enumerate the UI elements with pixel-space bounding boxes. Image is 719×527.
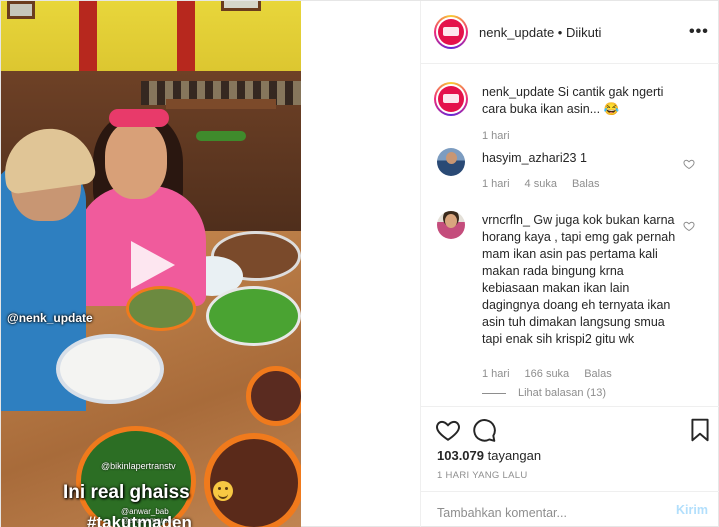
play-icon[interactable] (123, 237, 179, 293)
username-link[interactable]: vrncrfln_ (482, 213, 530, 227)
comment-body: 1 (579, 151, 587, 165)
post-comment-button[interactable]: Kirim (676, 503, 708, 517)
view-replies-button[interactable]: Lihat balasan (13) (482, 387, 606, 399)
comment-text: vrncrfln_ Gw juga kok bukan karna horang… (482, 212, 678, 348)
avatar[interactable] (434, 82, 468, 116)
video-credit: @bikinlapertranstv (101, 461, 176, 471)
username-link[interactable]: nenk_update (479, 25, 554, 40)
post-header: nenk_update • Diikuti ••• (421, 1, 719, 64)
comment-input[interactable] (437, 504, 647, 522)
post-side-panel: nenk_update • Diikuti ••• nenk_update Si… (420, 1, 719, 527)
comment-time: 1 hari (482, 178, 510, 190)
heart-icon[interactable] (435, 417, 461, 443)
comment-likes[interactable]: 166 suka (525, 368, 570, 380)
username-link[interactable]: nenk_update (482, 85, 554, 99)
avatar[interactable] (437, 148, 465, 176)
view-count[interactable]: 103.079 tayangan (437, 448, 541, 463)
comment-body: Gw juga kok bukan karna horang kaya , ta… (482, 213, 676, 346)
heart-icon[interactable] (683, 158, 695, 170)
more-horizontal-icon[interactable]: ••• (689, 23, 709, 41)
separator-dot: • (554, 25, 566, 40)
reply-button[interactable]: Balas (584, 368, 612, 380)
instagram-post: @nenk_update @bikinlapertranstv Ini real… (0, 0, 719, 527)
comments-list[interactable]: nenk_update Si cantik gak ngerti cara bu… (421, 64, 719, 406)
video-watermark: @nenk_update (7, 311, 93, 325)
avatar[interactable] (437, 211, 465, 239)
add-comment-bar: Kirim (421, 491, 719, 527)
username-link[interactable]: hasyim_azhari23 (482, 151, 577, 165)
comment-text: hasyim_azhari23 1 (482, 150, 678, 167)
video-caption: Ini real ghaiss (63, 482, 190, 503)
comment-meta: 1 hari 166 suka Balas (482, 368, 627, 380)
comment-icon[interactable] (471, 417, 497, 443)
comment-likes[interactable]: 4 suka (525, 178, 557, 190)
comment-time: 1 hari (482, 368, 510, 380)
heart-icon[interactable] (683, 220, 695, 232)
reply-button[interactable]: Balas (572, 178, 600, 190)
follow-status-button[interactable]: Diikuti (566, 25, 601, 40)
video-media[interactable]: @nenk_update @bikinlapertranstv Ini real… (1, 1, 301, 527)
laugh-emoji-icon (213, 481, 233, 501)
view-count-label: tayangan (484, 448, 542, 463)
view-count-number: 103.079 (437, 448, 484, 463)
video-hashtag: #takutmaden (87, 513, 192, 527)
comment-meta: 1 hari 4 suka Balas (482, 178, 614, 190)
bookmark-icon[interactable] (687, 417, 713, 443)
avatar[interactable] (434, 15, 468, 49)
replies-divider (482, 392, 506, 394)
header-user: nenk_update • Diikuti (479, 25, 601, 40)
caption-time: 1 hari (482, 130, 510, 142)
caption-text: nenk_update Si cantik gak ngerti cara bu… (482, 84, 682, 118)
post-date: 1 HARI YANG LALU (437, 470, 528, 481)
